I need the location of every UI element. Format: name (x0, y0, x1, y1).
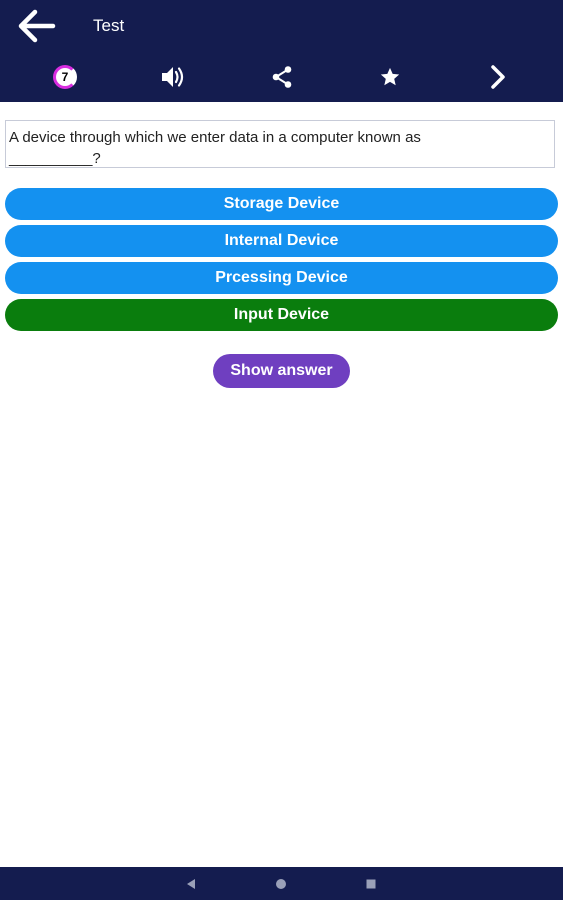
show-answer-label: Show answer (230, 362, 333, 379)
share-icon (272, 66, 292, 88)
option-label: Prcessing Device (215, 269, 348, 286)
share-button[interactable] (264, 60, 300, 94)
next-button[interactable] (480, 60, 516, 94)
option-processing-device[interactable]: Prcessing Device (5, 262, 558, 294)
home-circle-icon (276, 879, 286, 889)
timer-icon: 7 (53, 65, 77, 89)
option-label: Storage Device (223, 195, 340, 212)
sound-button[interactable] (155, 60, 191, 94)
system-home-button[interactable] (272, 875, 290, 893)
back-triangle-icon (187, 879, 195, 889)
speaker-icon (162, 67, 184, 87)
option-storage-device[interactable]: Storage Device (5, 188, 558, 220)
chevron-right-icon (491, 65, 505, 89)
system-nav-bar (0, 867, 563, 900)
page-title: Test (93, 16, 125, 35)
option-label: Internal Device (224, 232, 339, 249)
app-bar: Test 7 (0, 0, 563, 102)
option-input-device[interactable]: Input Device (5, 299, 558, 331)
timer-value: 7 (61, 70, 69, 84)
system-recents-button[interactable] (362, 875, 380, 893)
back-arrow-icon (18, 9, 56, 43)
show-answer-button[interactable]: Show answer (213, 354, 350, 388)
recents-square-icon (366, 879, 376, 889)
option-internal-device[interactable]: Internal Device (5, 225, 558, 257)
question-blank: __________? (9, 150, 101, 167)
question-text: A device through which we enter data in … (9, 129, 421, 146)
question-text-box: A device through which we enter data in … (5, 120, 555, 168)
favorite-button[interactable] (372, 60, 408, 94)
timer-button[interactable]: 7 (47, 60, 83, 94)
option-label: Input Device (233, 306, 330, 323)
back-button[interactable] (14, 6, 58, 46)
star-icon (380, 67, 400, 86)
system-back-button[interactable] (182, 875, 200, 893)
